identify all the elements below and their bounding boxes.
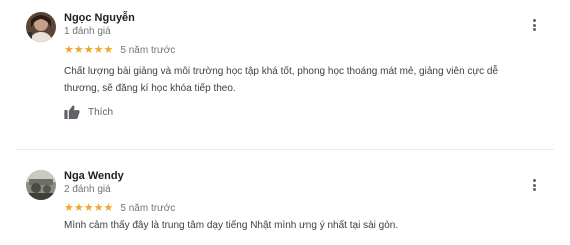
rating-row: ★ ★ ★ ★ ★ 5 năm trước [64, 44, 175, 56]
star-icon: ★ [73, 43, 84, 56]
review-text: Mình cảm thấy đây là trung tâm dạy tiếng… [64, 220, 399, 231]
more-vert-icon [532, 19, 536, 23]
star-icon: ★ [103, 201, 114, 214]
star-icon: ★ [103, 43, 114, 56]
star-icon: ★ [64, 201, 74, 214]
star-icon: ★ [73, 201, 84, 214]
more-vert-icon-dot [532, 27, 536, 31]
more-options-button[interactable] [528, 177, 540, 193]
more-vert-icon-dot [532, 187, 536, 191]
review-age: 5 năm trước [120, 44, 176, 56]
reviewer-name[interactable]: Nga Wendy [64, 170, 124, 182]
star-icon: ★ [83, 201, 94, 214]
star-icon: ★ [93, 201, 104, 214]
review-age: 5 năm trước [120, 202, 176, 214]
like-button[interactable]: Thích [64, 104, 113, 120]
review-card: Ngọc Nguyễn 1 đánh giá ★ ★ ★ ★ ★ 5 năm t… [0, 0, 570, 150]
profile-photo-icon [26, 12, 56, 42]
thumbs-up-icon [64, 105, 80, 119]
more-vert-icon-dot [532, 23, 536, 27]
star-rating: ★ ★ ★ ★ ★ [64, 44, 113, 56]
more-options-button[interactable] [528, 17, 540, 33]
avatar[interactable] [26, 170, 56, 200]
reviewer-name[interactable]: Ngọc Nguyễn [64, 12, 135, 24]
like-label: Thích [88, 106, 114, 118]
profile-photo-icon [26, 170, 56, 200]
review-text: Chất lượng bài giảng và môi trường học t… [64, 66, 499, 94]
reviewer-review-count: 1 đánh giá [64, 26, 111, 37]
star-rating: ★ ★ ★ ★ ★ [64, 202, 113, 214]
avatar[interactable] [26, 12, 56, 42]
star-icon: ★ [93, 43, 104, 56]
reviewer-review-count: 2 đánh giá [64, 184, 111, 195]
more-vert-icon-dot [532, 183, 536, 187]
star-icon: ★ [64, 43, 74, 56]
more-vert-icon [532, 179, 536, 183]
review-card: Nga Wendy 2 đánh giá ★ ★ ★ ★ ★ 5 năm trư… [0, 150, 570, 245]
rating-row: ★ ★ ★ ★ ★ 5 năm trước [64, 202, 175, 214]
star-icon: ★ [83, 43, 94, 56]
